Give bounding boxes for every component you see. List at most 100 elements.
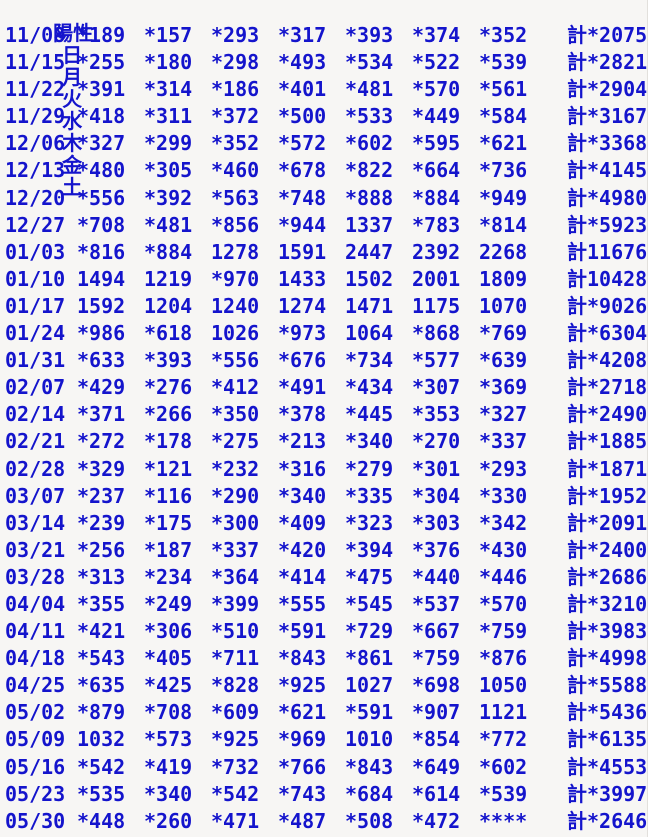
cell-thu: *393 [345, 23, 394, 47]
cell-thu: 1471 [345, 293, 394, 318]
cell-fri: *884 [412, 185, 461, 210]
cell-sun: *429 [77, 375, 126, 400]
cell-mon: *708 [144, 700, 193, 725]
cell-thu: *533 [345, 104, 394, 129]
row-date: 03/28 [5, 564, 66, 589]
cell-fri: *649 [412, 754, 461, 779]
cell-mon: *618 [144, 321, 193, 346]
cell-thu: *822 [345, 158, 394, 183]
row-date: 05/30 [5, 808, 66, 833]
cell-mon: *314 [144, 77, 193, 102]
cell-thu: *445 [345, 402, 394, 427]
table-row: 04/11 *421 *306 *510 *591 *729 *667 *759 計*3983 [0, 618, 647, 645]
cell-fri: 2392 [412, 239, 461, 264]
cell-fri: *304 [412, 483, 461, 508]
cell-sat: *949 [479, 185, 528, 210]
cell-sun: *633 [77, 348, 126, 373]
cell-wed: *678 [278, 158, 327, 183]
row-date: 01/31 [5, 348, 66, 373]
cell-tue: *412 [211, 375, 260, 400]
cell-tue: *399 [211, 591, 260, 616]
cell-sat: *539 [479, 50, 528, 75]
cell-tue: *293 [211, 23, 260, 47]
positive-cases-table: 陽性 日 月 火 水 木 金 土 11/08 *189 *157 *293 *317 *3… [0, 0, 648, 837]
cell-wed: *491 [278, 375, 327, 400]
row-date: 12/06 [5, 131, 66, 156]
cell-thu: *434 [345, 375, 394, 400]
cell-sun: 1494 [77, 266, 126, 291]
table-body: 11/08 *189 *157 *293 *317 *393 *374 *352 計*2075 1… [0, 22, 647, 835]
row-total: 計*4208 [567, 348, 648, 373]
table-row: 05/23 *535 *340 *542 *743 *684 *614 *539 計*3997 [0, 781, 647, 808]
cell-sun: *189 [77, 23, 126, 47]
row-total: 計*2091 [567, 510, 648, 535]
cell-thu: *602 [345, 131, 394, 156]
cell-tue: *298 [211, 50, 260, 75]
cell-sun: *237 [77, 483, 126, 508]
cell-thu: *279 [345, 456, 394, 481]
cell-sun: *879 [77, 700, 126, 725]
row-total: 計*3368 [567, 131, 648, 156]
cell-thu: 1027 [345, 673, 394, 698]
cell-wed: 1433 [278, 266, 327, 291]
cell-sun: *543 [77, 646, 126, 671]
cell-wed: *591 [278, 619, 327, 644]
table-row: 04/18 *543 *405 *711 *843 *861 *759 *876 計*4998 [0, 645, 647, 672]
row-total: 計*1871 [567, 456, 648, 481]
cell-wed: *766 [278, 754, 327, 779]
cell-sun: *327 [77, 131, 126, 156]
cell-fri: *667 [412, 619, 461, 644]
row-date: 12/27 [5, 212, 66, 237]
cell-mon: *187 [144, 537, 193, 562]
cell-sat: *446 [479, 564, 528, 589]
cell-sat: *570 [479, 591, 528, 616]
cell-mon: *419 [144, 754, 193, 779]
cell-wed: 1591 [278, 239, 327, 264]
cell-wed: *414 [278, 564, 327, 589]
cell-fri: *868 [412, 321, 461, 346]
row-total: 計*3210 [567, 591, 648, 616]
cell-fri: *854 [412, 727, 461, 752]
cell-fri: *270 [412, 429, 461, 454]
table-row: 11/29 *418 *311 *372 *500 *533 *449 *584 計*3167 [0, 103, 647, 130]
row-total: 計*4553 [567, 754, 648, 779]
cell-mon: *157 [144, 23, 193, 47]
cell-sat: *814 [479, 212, 528, 237]
cell-sat: *561 [479, 77, 528, 102]
cell-tue: *300 [211, 510, 260, 535]
row-date: 03/21 [5, 537, 66, 562]
table-row: 05/16 *542 *419 *732 *766 *843 *649 *602 計*4553 [0, 754, 647, 781]
row-total: 計*5923 [567, 212, 648, 237]
cell-mon: *276 [144, 375, 193, 400]
cell-sat: *327 [479, 402, 528, 427]
cell-tue: 1278 [211, 239, 260, 264]
cell-tue: *232 [211, 456, 260, 481]
cell-thu: *534 [345, 50, 394, 75]
cell-sat: *621 [479, 131, 528, 156]
cell-sat: *736 [479, 158, 528, 183]
row-total: 計*2400 [567, 537, 648, 562]
table-row: 12/20 *556 *392 *563 *748 *888 *884 *949 計*4980 [0, 185, 647, 212]
cell-sun: *355 [77, 591, 126, 616]
row-total: 計*3167 [567, 104, 648, 129]
table-row: 02/28 *329 *121 *232 *316 *279 *301 *293 計*1871 [0, 456, 647, 483]
cell-fri: *301 [412, 456, 461, 481]
row-date: 03/14 [5, 510, 66, 535]
row-total: 計*9026 [567, 293, 648, 318]
row-total: 計*3983 [567, 619, 648, 644]
cell-mon: *260 [144, 808, 193, 833]
row-date: 04/11 [5, 619, 66, 644]
cell-sat: *769 [479, 321, 528, 346]
cell-thu: *843 [345, 754, 394, 779]
table-row: 02/14 *371 *266 *350 *378 *445 *353 *327 計*2490 [0, 401, 647, 428]
row-total: 計*2646 [567, 808, 648, 833]
cell-tue: 1026 [211, 321, 260, 346]
cell-sat: *430 [479, 537, 528, 562]
row-date: 12/20 [5, 185, 66, 210]
cell-sat: *337 [479, 429, 528, 454]
cell-tue: *970 [211, 266, 260, 291]
row-total: 計*4145 [567, 158, 648, 183]
row-total: 計*2075 [567, 23, 648, 47]
cell-fri: *374 [412, 23, 461, 47]
cell-wed: *409 [278, 510, 327, 535]
